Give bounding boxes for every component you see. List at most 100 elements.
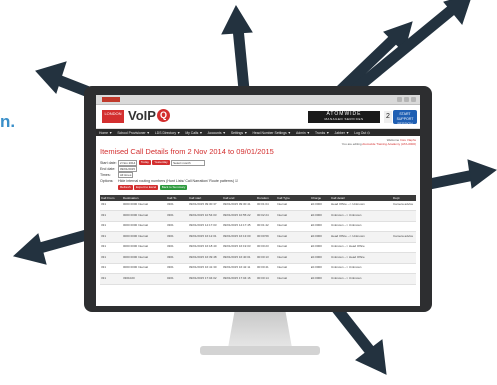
table-cell xyxy=(392,252,416,264)
minimize-icon[interactable] xyxy=(397,97,402,102)
atomwide-logo: ATOMWIDE MANAGED SERVICES xyxy=(308,111,380,123)
maximize-icon[interactable] xyxy=(404,97,409,102)
table-cell: 3301 xyxy=(166,263,188,274)
today-button[interactable]: Today xyxy=(138,160,151,166)
filter-form: Start date: 2 Nov 2014 Today Yesterday S… xyxy=(100,159,416,190)
table-cell: 0000 0000 Internal xyxy=(122,252,166,264)
table-cell: 09/01/2015 16:13:00 xyxy=(222,231,256,243)
browser-tab[interactable] xyxy=(102,97,120,102)
table-cell: Head Office --> Unknown xyxy=(330,200,392,211)
table-cell: 3301 xyxy=(166,221,188,232)
yesterday-button[interactable]: Yesterday xyxy=(152,160,170,166)
monitor-stand-neck xyxy=(228,312,292,348)
table-cell: Internal xyxy=(276,263,310,274)
table-cell: Camera advice xyxy=(392,231,416,243)
nav-home[interactable]: Home ▼ xyxy=(99,131,112,135)
table-cell: Internal xyxy=(276,210,310,222)
table-cell xyxy=(392,242,416,253)
table-cell: Internal xyxy=(276,273,310,285)
start-support-session-button[interactable]: START SUPPORT SESSION xyxy=(393,110,417,126)
support-icon: 2 xyxy=(384,111,392,123)
table-body: 331 0000 0000 Internal 3301 09/01/2015 09:3… xyxy=(100,200,416,285)
table-cell: 09/01/2015 16:41:30 xyxy=(188,263,222,274)
table-cell: Head Office --> Unknown xyxy=(330,231,392,243)
nav-my-calls[interactable]: My Calls ▼ xyxy=(185,131,202,135)
close-icon[interactable] xyxy=(411,97,416,102)
table-cell: £0.0000 xyxy=(310,252,330,264)
table-row[interactable]: 331 0000 0000 Internal 3301 09/01/2015 16:4… xyxy=(100,263,416,274)
table-cell: Unknown --> Head Office xyxy=(330,242,392,253)
month-select[interactable]: Select month xyxy=(171,159,206,166)
table-row[interactable]: 331 0000 0000 Internal 3301 09/01/2015 16:1… xyxy=(100,242,416,253)
welcome-block: Welcome Imre Vlaphs You are editing Atom… xyxy=(100,138,416,146)
table-row[interactable]: 331 0000 0000 Internal 3301 09/01/2015 14:1… xyxy=(100,221,416,232)
editing-account[interactable]: Atomwide Training Academy (ATA-0000) xyxy=(362,142,416,146)
table-cell: £0.0000 xyxy=(310,200,330,211)
nav-trunks[interactable]: Trunks ▼ xyxy=(315,131,330,135)
nav-school-provisioner[interactable]: School Provisioner ▼ xyxy=(117,131,150,135)
table-cell: £0.0000 xyxy=(310,263,330,274)
table-row[interactable]: 331 0000 0000 Internal 3301 09/01/2015 09:3… xyxy=(100,200,416,211)
refresh-button[interactable]: Refresh xyxy=(118,184,133,190)
table-cell: Internal xyxy=(276,200,310,211)
table-row[interactable]: 331 0000 0000 Internal 3301 09/01/2015 16:1… xyxy=(100,231,416,243)
nav-head-number-settings[interactable]: Head Number Settings ▼ xyxy=(252,131,291,135)
back-to-summary-button[interactable]: Back to Summary xyxy=(159,184,188,190)
table-cell: 331 xyxy=(100,252,122,264)
end-date-row: End date: 09/01/2015 xyxy=(100,165,416,172)
voip-logo[interactable]: VoIP xyxy=(128,108,156,123)
nav-settings[interactable]: Settings ▼ xyxy=(231,131,248,135)
table-cell: 00:00:14 xyxy=(256,273,276,285)
table-cell: 331 xyxy=(100,231,122,243)
voip-logo-mark: Q xyxy=(157,109,170,122)
table-cell: 09/01/2015 09:30:41 xyxy=(222,200,256,211)
table-cell: 00:00:59 xyxy=(256,231,276,243)
table-row[interactable]: 331 0000 0000 Internal 3301 09/01/2015 10:5… xyxy=(100,210,416,222)
times-select[interactable]: All times xyxy=(118,171,134,178)
atomwide-subtitle: MANAGED SERVICES xyxy=(324,117,364,121)
export-excel-button[interactable]: Export to Excel xyxy=(134,184,159,190)
table-cell: Internal xyxy=(276,252,310,264)
table-cell: 09/01/2015 16:42:11 xyxy=(222,263,256,274)
table-cell: Unknown --> Unknown xyxy=(330,210,392,222)
table-cell: 0000 0000 Internal xyxy=(122,221,166,232)
table-cell: 331 xyxy=(100,200,122,211)
table-cell: 3301 xyxy=(166,210,188,222)
table-cell: 00:00:23 xyxy=(256,242,276,253)
table-cell: £0.0000 xyxy=(310,210,330,222)
nav-jabber[interactable]: Jabber ▼ xyxy=(335,131,350,135)
table-cell: 0000 0000 Internal xyxy=(122,200,166,211)
table-cell: 3301020 xyxy=(122,273,166,285)
table-cell xyxy=(392,273,416,285)
options-label: Options: xyxy=(100,178,114,183)
table-cell: 3301 xyxy=(166,200,188,211)
table-cell: 09/01/2015 14:17:03 xyxy=(188,221,222,232)
table-cell: 0000 0000 Internal xyxy=(122,231,166,243)
nav-admin[interactable]: Admin ▼ xyxy=(296,131,310,135)
table-cell: 09/01/2015 17:04:16 xyxy=(222,273,256,285)
table-cell: 0000 0000 Internal xyxy=(122,242,166,253)
times-label: Times: xyxy=(100,172,111,177)
table-cell: Unknown --> Unknown xyxy=(330,263,392,274)
main-nav: Home ▼ School Provisioner ▼ LDS Director… xyxy=(96,129,420,136)
table-cell: £0.0000 xyxy=(310,231,330,243)
table-cell: 09/01/2015 09:30:37 xyxy=(188,200,222,211)
table-cell: Unknown --> Unknown xyxy=(330,273,392,285)
page-title: Itemised Call Details from 2 Nov 2014 to… xyxy=(100,147,274,156)
browser-chrome xyxy=(96,95,420,105)
table-cell: 00:02:24 xyxy=(256,210,276,222)
table-cell: £0.0000 xyxy=(310,273,330,285)
hide-internal-option[interactable]: Hide internal routing numbers (Hunt List… xyxy=(118,179,238,183)
table-cell xyxy=(392,210,416,222)
table-row[interactable]: 331 0000 0000 Internal 3301 09/01/2015 16:3… xyxy=(100,252,416,264)
table-cell: 00:00:41 xyxy=(256,263,276,274)
nav-log-out[interactable]: Log Out ⏻ xyxy=(354,131,370,135)
nav-lds-directory[interactable]: LDS Directory ▼ xyxy=(155,131,180,135)
nav-accounts[interactable]: Accounts ▼ xyxy=(208,131,226,135)
table-cell: 09/01/2015 16:39:48 xyxy=(188,252,222,264)
table-cell xyxy=(392,221,416,232)
main-content: Welcome Imre Vlaphs You are editing Atom… xyxy=(96,136,420,306)
london-logo[interactable]: LONDON xyxy=(102,110,124,123)
table-row[interactable]: 331 3301020 0201 09/01/2015 17:04:02 09/01/2… xyxy=(100,273,416,285)
side-text: n. xyxy=(0,112,16,131)
